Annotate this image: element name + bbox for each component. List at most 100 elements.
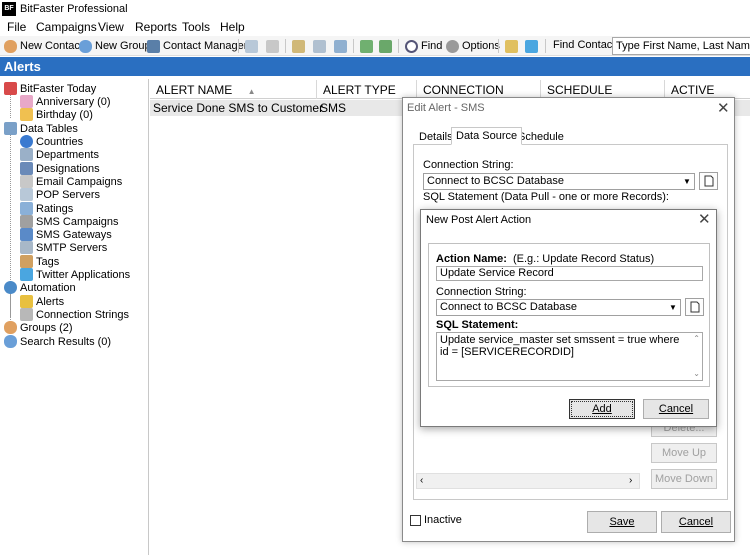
tree-item-email-campaigns[interactable]: Email Campaigns: [20, 175, 122, 188]
move-down-button[interactable]: Move Down: [651, 469, 717, 489]
tree-item-bitfaster-today[interactable]: BitFaster Today: [4, 82, 96, 95]
add-button[interactable]: Add: [569, 399, 635, 419]
tree-item-tags[interactable]: Tags: [20, 255, 59, 268]
envelope-icon[interactable]: [313, 40, 326, 53]
tree-item-search-results[interactable]: Search Results (0): [4, 335, 111, 348]
scroll-down-icon[interactable]: ⌄: [693, 368, 700, 380]
tree-item-departments[interactable]: Departments: [20, 148, 99, 161]
menu-campaigns[interactable]: Campaigns: [36, 20, 97, 34]
contact-manager-button[interactable]: Contact Manager: [147, 37, 247, 55]
find-button[interactable]: Find: [405, 37, 442, 55]
tree-item-sms-gateways[interactable]: SMS Gateways: [20, 228, 112, 241]
menu-view[interactable]: View: [98, 20, 124, 34]
sort-ascending-icon: ▲: [247, 87, 256, 96]
tree-item-countries[interactable]: Countries: [20, 135, 83, 148]
tree-item-birthday[interactable]: Birthday (0): [20, 108, 93, 121]
person-icon: [4, 39, 17, 53]
mail-icon[interactable]: [245, 40, 258, 53]
document-icon[interactable]: [266, 40, 279, 53]
scroll-up-icon[interactable]: ⌃: [693, 333, 700, 345]
column-header-alert-name[interactable]: ALERT NAME ▲: [150, 80, 317, 99]
dialog-title: New Post Alert Action: [426, 214, 532, 226]
document-icon: [690, 301, 700, 313]
menu-help[interactable]: Help: [220, 20, 245, 34]
chevron-down-icon: ▼: [683, 177, 691, 186]
designation-icon: [20, 162, 33, 175]
toolbar-separator: [238, 39, 239, 53]
cell-alert-name: Service Done SMS to Customer: [153, 101, 324, 115]
tree-item-automation[interactable]: Automation: [4, 281, 76, 294]
tree-item-anniversary[interactable]: Anniversary (0): [20, 95, 111, 108]
toolbar-separator: [498, 39, 499, 53]
tree-item-ratings[interactable]: Ratings: [20, 202, 73, 215]
browse-connection-button[interactable]: [685, 298, 704, 316]
cancel-button[interactable]: Cancel: [661, 511, 731, 533]
move-up-button[interactable]: Move Up: [651, 443, 717, 463]
anniversary-icon: [20, 95, 33, 108]
document-icon: [704, 175, 714, 187]
horizontal-scrollbar[interactable]: ‹ ›: [416, 473, 640, 489]
phone-icon[interactable]: [334, 40, 347, 53]
contact-card-icon: [147, 39, 160, 53]
browse-connection-button[interactable]: [699, 172, 718, 190]
inactive-label: Inactive: [424, 514, 462, 526]
search-icon: [405, 39, 418, 53]
toolbar-separator: [398, 39, 399, 53]
sql-statement-label: SQL Statement:: [436, 319, 519, 331]
cancel-button[interactable]: Cancel: [643, 399, 709, 419]
new-contact-button[interactable]: New Contact: [4, 37, 83, 55]
group-icon: [79, 39, 92, 53]
sql-statement-label: SQL Statement (Data Pull - one or more R…: [423, 191, 669, 203]
twitter-icon[interactable]: [525, 40, 538, 53]
smtp-server-icon: [20, 241, 33, 254]
menu-file[interactable]: File: [7, 20, 26, 34]
save-button[interactable]: Save: [587, 511, 657, 533]
close-icon[interactable]: ✕: [717, 99, 730, 117]
toolbar-separator: [353, 39, 354, 53]
table-icon: [4, 122, 17, 135]
alert-icon: [20, 295, 33, 308]
tree-connector: [10, 91, 11, 118]
tree-item-pop-servers[interactable]: POP Servers: [20, 188, 100, 201]
find-contact-input[interactable]: Type First Name, Last Name or Em: [612, 37, 750, 55]
menu-reports[interactable]: Reports: [135, 20, 177, 34]
sql-statement-textarea[interactable]: Update service_master set smssent = true…: [436, 332, 703, 381]
toolbar-separator: [285, 39, 286, 53]
tree-item-connection-strings[interactable]: Connection Strings: [20, 308, 129, 321]
connection-string-select[interactable]: Connect to BCSC Database ▼: [423, 173, 695, 190]
tree-item-designations[interactable]: Designations: [20, 162, 100, 175]
connection-string-label: Connection String:: [436, 286, 527, 298]
scroll-right-icon[interactable]: ›: [629, 475, 632, 486]
action-name-input[interactable]: Update Service Record: [436, 266, 703, 281]
options-button[interactable]: Options: [446, 37, 500, 55]
action-form-group: Action Name: (E.g.: Update Record Status…: [428, 243, 710, 387]
department-icon: [20, 148, 33, 161]
cell-alert-type: SMS: [320, 101, 347, 115]
tab-data-source[interactable]: Data Source: [451, 127, 523, 145]
tree-item-sms-campaigns[interactable]: SMS Campaigns: [20, 215, 119, 228]
tree-item-groups[interactable]: Groups (2): [4, 321, 73, 334]
tree-item-alerts[interactable]: Alerts: [20, 295, 64, 308]
lock-icon[interactable]: [505, 40, 518, 53]
menu-bar: File Campaigns View Reports Tools Help: [0, 18, 750, 36]
groups-icon: [4, 321, 17, 334]
tree-connector: [10, 294, 11, 317]
close-icon[interactable]: ✕: [698, 210, 711, 228]
tree-item-twitter-applications[interactable]: Twitter Applications: [20, 268, 130, 281]
note-icon[interactable]: [292, 40, 305, 53]
scroll-left-icon[interactable]: ‹: [420, 475, 423, 486]
email-icon: [20, 175, 33, 188]
connection-string-label: Connection String:: [423, 159, 514, 171]
inactive-checkbox[interactable]: [410, 515, 421, 526]
dialog-title: Edit Alert - SMS: [407, 102, 485, 114]
connection-icon: [20, 308, 33, 321]
menu-tools[interactable]: Tools: [182, 20, 210, 34]
toolbar-separator: [545, 39, 546, 53]
export-icon[interactable]: [379, 40, 392, 53]
connection-string-select[interactable]: Connect to BCSC Database ▼: [436, 299, 681, 316]
new-group-button[interactable]: New Group: [79, 37, 151, 55]
tree-item-data-tables[interactable]: Data Tables: [4, 122, 78, 135]
action-name-label: Action Name: (E.g.: Update Record Status…: [436, 253, 655, 265]
import-icon[interactable]: [360, 40, 373, 53]
tree-item-smtp-servers[interactable]: SMTP Servers: [20, 241, 107, 254]
